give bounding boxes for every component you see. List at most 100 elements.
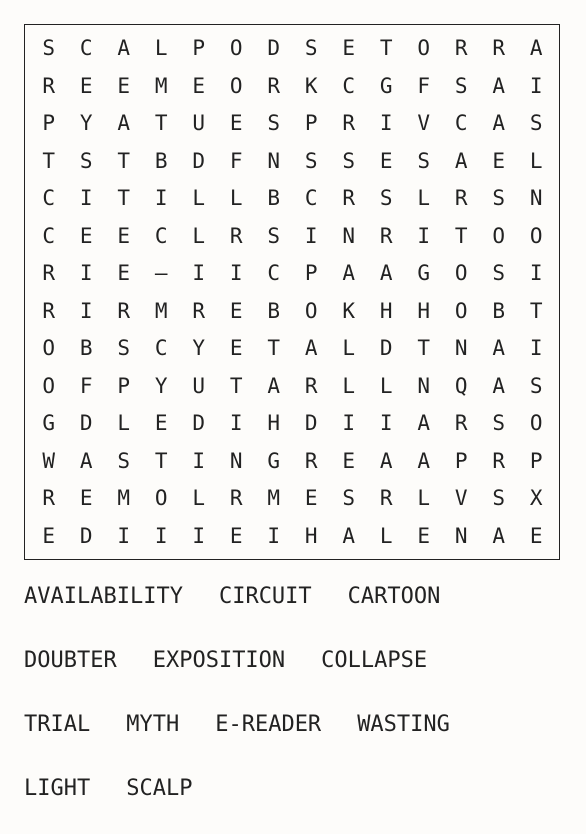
grid-cell[interactable]: N	[255, 143, 293, 181]
grid-cell[interactable]: I	[330, 405, 368, 443]
grid-cell[interactable]: R	[480, 30, 518, 68]
grid-cell[interactable]: F	[405, 68, 443, 106]
grid-cell[interactable]: I	[143, 180, 181, 218]
grid-cell[interactable]: O	[405, 30, 443, 68]
grid-cell[interactable]: O	[443, 293, 481, 331]
grid-cell[interactable]: D	[293, 405, 331, 443]
grid-cell[interactable]: D	[68, 518, 106, 556]
grid-cell[interactable]: A	[480, 368, 518, 406]
grid-cell[interactable]: O	[480, 218, 518, 256]
grid-cell[interactable]: A	[480, 518, 518, 556]
grid-cell[interactable]: C	[143, 330, 181, 368]
grid-cell[interactable]: Y	[180, 330, 218, 368]
grid-cell[interactable]: N	[443, 518, 481, 556]
grid-cell[interactable]: T	[143, 105, 181, 143]
grid-cell[interactable]: C	[293, 180, 331, 218]
grid-cell[interactable]: L	[405, 180, 443, 218]
grid-cell[interactable]: R	[180, 293, 218, 331]
grid-cell[interactable]: E	[143, 405, 181, 443]
grid-cell[interactable]: P	[293, 105, 331, 143]
grid-cell[interactable]: I	[143, 518, 181, 556]
grid-cell[interactable]: O	[443, 255, 481, 293]
grid-cell[interactable]: A	[68, 443, 106, 481]
grid-cell[interactable]: A	[480, 105, 518, 143]
grid-cell[interactable]: L	[180, 218, 218, 256]
grid-cell[interactable]: E	[30, 518, 68, 556]
grid-cell[interactable]: I	[368, 105, 406, 143]
grid-cell[interactable]: I	[180, 443, 218, 481]
grid-cell[interactable]: O	[218, 30, 256, 68]
grid-cell[interactable]: R	[30, 68, 68, 106]
grid-cell[interactable]: E	[480, 143, 518, 181]
grid-cell[interactable]: I	[68, 293, 106, 331]
grid-cell[interactable]: S	[443, 68, 481, 106]
grid-cell[interactable]: B	[255, 180, 293, 218]
grid-cell[interactable]: T	[105, 143, 143, 181]
grid-cell[interactable]: S	[480, 405, 518, 443]
grid-cell[interactable]: S	[255, 218, 293, 256]
grid-cell[interactable]: X	[518, 480, 556, 518]
grid-cell[interactable]: Y	[68, 105, 106, 143]
grid-cell[interactable]: E	[330, 443, 368, 481]
grid-cell[interactable]: A	[368, 255, 406, 293]
grid-cell[interactable]: S	[105, 330, 143, 368]
grid-cell[interactable]: L	[180, 180, 218, 218]
grid-cell[interactable]: S	[368, 180, 406, 218]
grid-cell[interactable]: R	[218, 218, 256, 256]
grid-cell[interactable]: H	[293, 518, 331, 556]
grid-cell[interactable]: I	[218, 255, 256, 293]
grid-cell[interactable]: E	[218, 293, 256, 331]
grid-cell[interactable]: T	[443, 218, 481, 256]
grid-cell[interactable]: O	[143, 480, 181, 518]
grid-cell[interactable]: R	[368, 480, 406, 518]
grid-cell[interactable]: L	[405, 480, 443, 518]
grid-cell[interactable]: S	[405, 143, 443, 181]
grid-cell[interactable]: E	[105, 68, 143, 106]
grid-cell[interactable]: S	[255, 105, 293, 143]
grid-cell[interactable]: R	[255, 68, 293, 106]
grid-cell[interactable]: A	[480, 68, 518, 106]
grid-cell[interactable]: I	[405, 218, 443, 256]
grid-cell[interactable]: G	[30, 405, 68, 443]
grid-cell[interactable]: S	[293, 30, 331, 68]
grid-cell[interactable]: L	[218, 180, 256, 218]
grid-cell[interactable]: L	[180, 480, 218, 518]
grid-cell[interactable]: R	[480, 443, 518, 481]
grid-cell[interactable]: N	[330, 218, 368, 256]
grid-cell[interactable]: S	[518, 105, 556, 143]
grid-cell[interactable]: R	[293, 368, 331, 406]
grid-cell[interactable]: I	[105, 518, 143, 556]
grid-cell[interactable]: S	[330, 143, 368, 181]
grid-cell[interactable]: B	[480, 293, 518, 331]
grid-cell[interactable]: E	[368, 143, 406, 181]
grid-cell[interactable]: I	[68, 255, 106, 293]
grid-cell[interactable]: I	[368, 405, 406, 443]
grid-cell[interactable]: T	[30, 143, 68, 181]
grid-cell[interactable]: S	[330, 480, 368, 518]
grid-cell[interactable]: C	[143, 218, 181, 256]
grid-cell[interactable]: T	[218, 368, 256, 406]
grid-cell[interactable]: P	[443, 443, 481, 481]
grid-cell[interactable]: P	[293, 255, 331, 293]
grid-cell[interactable]: B	[255, 293, 293, 331]
grid-cell[interactable]: A	[518, 30, 556, 68]
grid-cell[interactable]: R	[218, 480, 256, 518]
grid-cell[interactable]: R	[330, 105, 368, 143]
grid-cell[interactable]: A	[105, 105, 143, 143]
grid-cell[interactable]: P	[30, 105, 68, 143]
grid-cell[interactable]: L	[105, 405, 143, 443]
grid-cell[interactable]: P	[105, 368, 143, 406]
grid-cell[interactable]: E	[180, 68, 218, 106]
grid-cell[interactable]: L	[330, 368, 368, 406]
grid-cell[interactable]: G	[405, 255, 443, 293]
grid-cell[interactable]: N	[443, 330, 481, 368]
grid-cell[interactable]: B	[68, 330, 106, 368]
grid-cell[interactable]: P	[180, 30, 218, 68]
grid-cell[interactable]: A	[405, 405, 443, 443]
grid-cell[interactable]: G	[368, 68, 406, 106]
grid-cell[interactable]: –	[143, 255, 181, 293]
grid-cell[interactable]: C	[330, 68, 368, 106]
grid-cell[interactable]: R	[105, 293, 143, 331]
grid-cell[interactable]: O	[30, 330, 68, 368]
grid-cell[interactable]: R	[368, 218, 406, 256]
